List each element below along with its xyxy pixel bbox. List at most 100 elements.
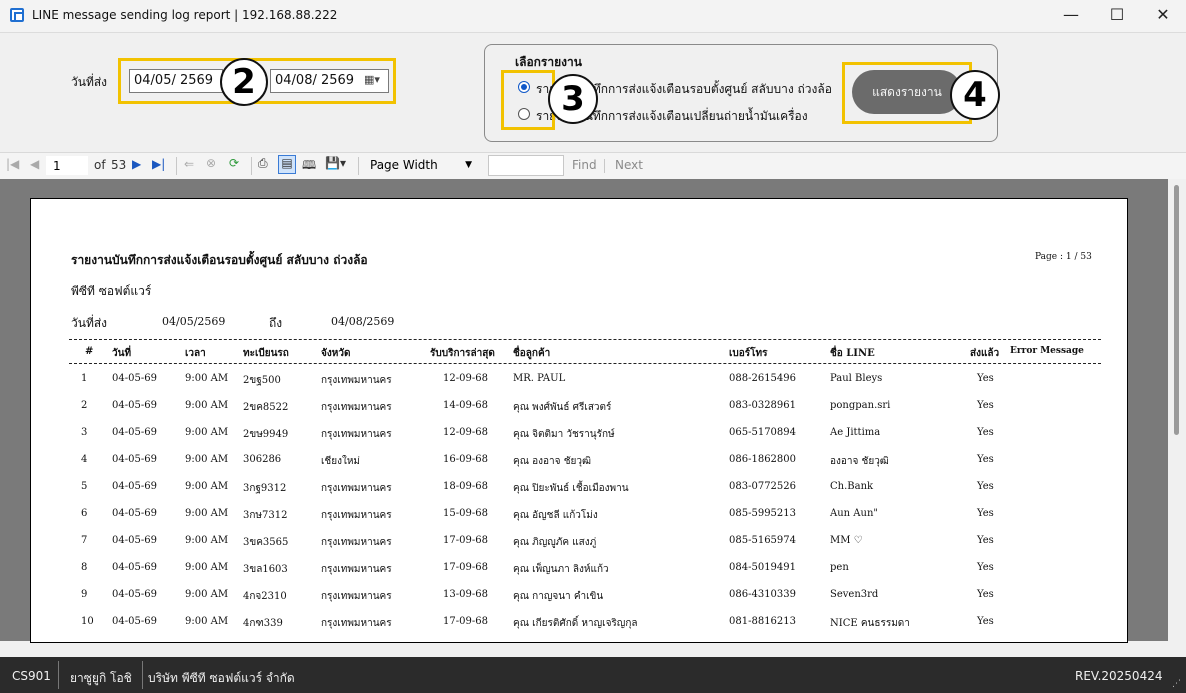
table-cell: กรุงเทพมหานคร xyxy=(321,591,392,602)
table-cell: Yes xyxy=(977,535,994,546)
report-to-label: ถึง xyxy=(269,316,283,330)
table-cell: NICE คนธรรมดา xyxy=(830,618,910,629)
table-cell: 9:00 AM xyxy=(185,589,229,600)
table-cell: 083-0772526 xyxy=(729,481,797,492)
next-link[interactable]: Next xyxy=(615,158,643,172)
toolbar-separator xyxy=(176,157,177,175)
export-icon[interactable]: 💾▾ xyxy=(325,156,346,170)
col-header: Error Message xyxy=(1010,346,1084,356)
table-cell: คุณ จิตติมา วัชรานุรักษ์ xyxy=(513,429,615,440)
radio-highlight xyxy=(501,70,555,130)
date-label: วันที่ส่ง xyxy=(71,75,108,89)
table-cell: กรุงเทพมหานคร xyxy=(321,618,392,629)
table-cell: 8 xyxy=(81,562,88,573)
status-user: ยาซูยูกิ โอชิ xyxy=(70,671,132,685)
table-cell: Yes xyxy=(977,373,994,384)
table-cell: 04-05-69 xyxy=(112,400,157,411)
print-layout-icon[interactable]: ▤ xyxy=(278,155,296,174)
header-divider xyxy=(69,363,1101,364)
toolbar-separator xyxy=(251,157,252,175)
table-cell: 306286 xyxy=(243,454,282,465)
find-link[interactable]: Find xyxy=(572,158,597,172)
table-cell: MM ♡ xyxy=(830,535,863,546)
col-header: เวลา xyxy=(185,348,206,359)
table-cell: คุณ องอาจ ชัยวุฒิ xyxy=(513,456,591,467)
report-date-from: 04/05/2569 xyxy=(162,315,226,328)
status-separator xyxy=(58,661,59,689)
table-cell: 15-09-68 xyxy=(443,508,488,519)
status-code: CS901 xyxy=(12,669,51,683)
col-header: ชื่อ LINE xyxy=(830,348,875,359)
close-button[interactable]: ✕ xyxy=(1140,0,1186,32)
col-header: ทะเบียนรถ xyxy=(243,348,289,359)
table-cell: 1 xyxy=(81,373,88,384)
last-page-icon[interactable]: ▶| xyxy=(152,157,165,171)
table-cell: 7 xyxy=(81,535,88,546)
page-setup-icon[interactable]: 🕮 xyxy=(302,156,316,177)
zoom-select[interactable]: Page Width ▼ xyxy=(366,156,478,175)
stop-icon[interactable]: ⊗ xyxy=(206,156,216,170)
resize-grip-icon[interactable]: ⋰ xyxy=(1172,679,1181,689)
table-cell: 4กจ2310 xyxy=(243,591,287,602)
table-cell: 04-05-69 xyxy=(112,373,157,384)
table-cell: คุณ พงศ์พันธ์ ศรีเสวตร์ xyxy=(513,402,612,413)
table-cell: 9:00 AM xyxy=(185,481,229,492)
report-company: พีซีที ซอฟต์แวร์ xyxy=(71,284,152,298)
table-cell: 3กฐ9312 xyxy=(243,483,287,494)
table-cell: 9:00 AM xyxy=(185,616,229,627)
table-cell: กรุงเทพมหานคร xyxy=(321,429,392,440)
refresh-icon[interactable]: ⟳ xyxy=(229,156,239,170)
table-cell: 13-09-68 xyxy=(443,589,488,600)
col-header: ส่งแล้ว xyxy=(970,348,1000,359)
table-cell: กรุงเทพมหานคร xyxy=(321,510,392,521)
date-from-input[interactable]: 04/05/ 2569 xyxy=(129,69,223,93)
table-cell: 3กษ7312 xyxy=(243,510,288,521)
show-report-button[interactable]: แสดงรายงาน xyxy=(852,70,962,114)
toolbar-separator xyxy=(358,157,359,175)
table-cell: 088-2615496 xyxy=(729,373,797,384)
back-icon[interactable]: ⇐ xyxy=(184,157,194,171)
table-cell: 083-0328961 xyxy=(729,400,797,411)
table-cell: คุณ อัญชลี แก้วโม่ง xyxy=(513,510,598,521)
prev-page-icon[interactable]: ◀ xyxy=(30,157,39,171)
table-cell: 2ขฐ500 xyxy=(243,375,281,386)
table-cell: Yes xyxy=(977,400,994,411)
next-page-icon[interactable]: ▶ xyxy=(132,157,141,171)
table-cell: 4กฑ339 xyxy=(243,618,283,629)
table-cell: 9:00 AM xyxy=(185,562,229,573)
calendar-icon[interactable]: ▦▾ xyxy=(362,73,382,87)
minimize-button[interactable]: — xyxy=(1048,0,1094,32)
col-header: จังหวัด xyxy=(321,348,351,359)
table-cell: 4 xyxy=(81,454,88,465)
table-cell: 9 xyxy=(81,589,88,600)
table-cell: 04-05-69 xyxy=(112,616,157,627)
col-header: รับบริการล่าสุด xyxy=(430,348,495,359)
annotation-2: 2 xyxy=(220,58,268,106)
print-icon[interactable]: ⎙ xyxy=(258,156,268,171)
table-cell: Yes xyxy=(977,454,994,465)
table-cell: 9:00 AM xyxy=(185,535,229,546)
col-header: วันที่ xyxy=(112,348,132,359)
status-separator xyxy=(142,661,143,689)
maximize-button[interactable]: ☐ xyxy=(1094,0,1140,32)
header-divider xyxy=(69,339,1101,340)
report-date-label: วันที่ส่ง xyxy=(71,316,108,330)
zoom-value: Page Width xyxy=(370,158,438,172)
col-header: ชื่อลูกค้า xyxy=(513,348,551,359)
table-cell: Yes xyxy=(977,616,994,627)
table-cell: 12-09-68 xyxy=(443,427,488,438)
chevron-down-icon: ▼ xyxy=(465,160,472,170)
table-cell: Seven3rd xyxy=(830,589,879,600)
table-cell: 065-5170894 xyxy=(729,427,797,438)
table-cell: 17-09-68 xyxy=(443,562,488,573)
table-cell: 5 xyxy=(81,481,88,492)
find-input[interactable] xyxy=(488,155,564,176)
table-cell: 17-09-68 xyxy=(443,616,488,627)
page-number-input[interactable]: 1 xyxy=(46,156,88,175)
first-page-icon[interactable]: |◀ xyxy=(6,157,19,171)
scrollbar-thumb[interactable] xyxy=(1174,185,1179,435)
table-cell: 3 xyxy=(81,427,88,438)
table-cell: เชียงใหม่ xyxy=(321,456,361,467)
col-header: เบอร์โทร xyxy=(729,348,768,359)
table-cell: 6 xyxy=(81,508,88,519)
